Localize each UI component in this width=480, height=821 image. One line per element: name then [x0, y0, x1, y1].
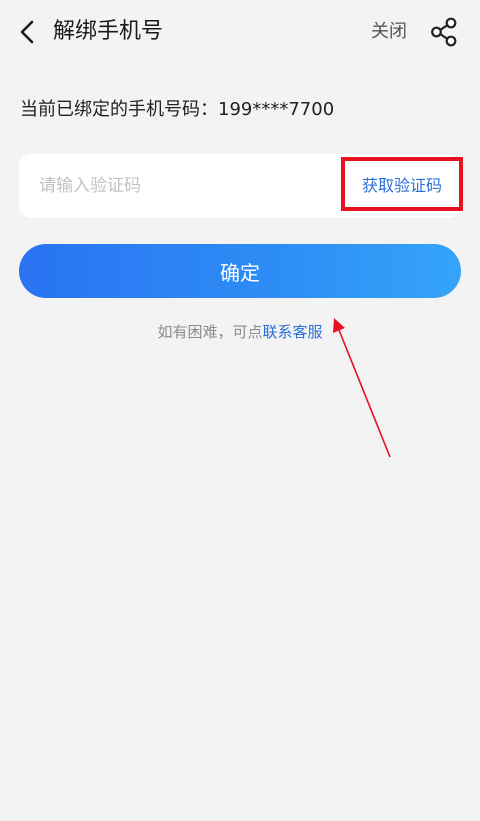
- bound-phone-text: 当前已绑定的手机号码：199****7700: [20, 99, 335, 120]
- verification-code-input[interactable]: [39, 168, 339, 204]
- share-button[interactable]: [428, 16, 460, 48]
- help-line: 如有困难，可点联系客服: [0, 320, 480, 344]
- back-button[interactable]: [14, 16, 42, 48]
- page-title: 解绑手机号: [53, 19, 164, 44]
- share-icon: [431, 17, 457, 47]
- chevron-left-icon: [20, 20, 34, 44]
- navigation-bar: 解绑手机号 关闭: [0, 0, 480, 64]
- confirm-button[interactable]: 确定: [19, 244, 461, 298]
- get-code-button[interactable]: 获取验证码: [345, 161, 459, 207]
- help-text: 如有困难，可点: [157, 323, 263, 341]
- close-button[interactable]: 关闭: [371, 18, 407, 46]
- contact-service-link[interactable]: 联系客服: [263, 323, 323, 341]
- get-code-highlight-frame: 获取验证码: [341, 157, 463, 211]
